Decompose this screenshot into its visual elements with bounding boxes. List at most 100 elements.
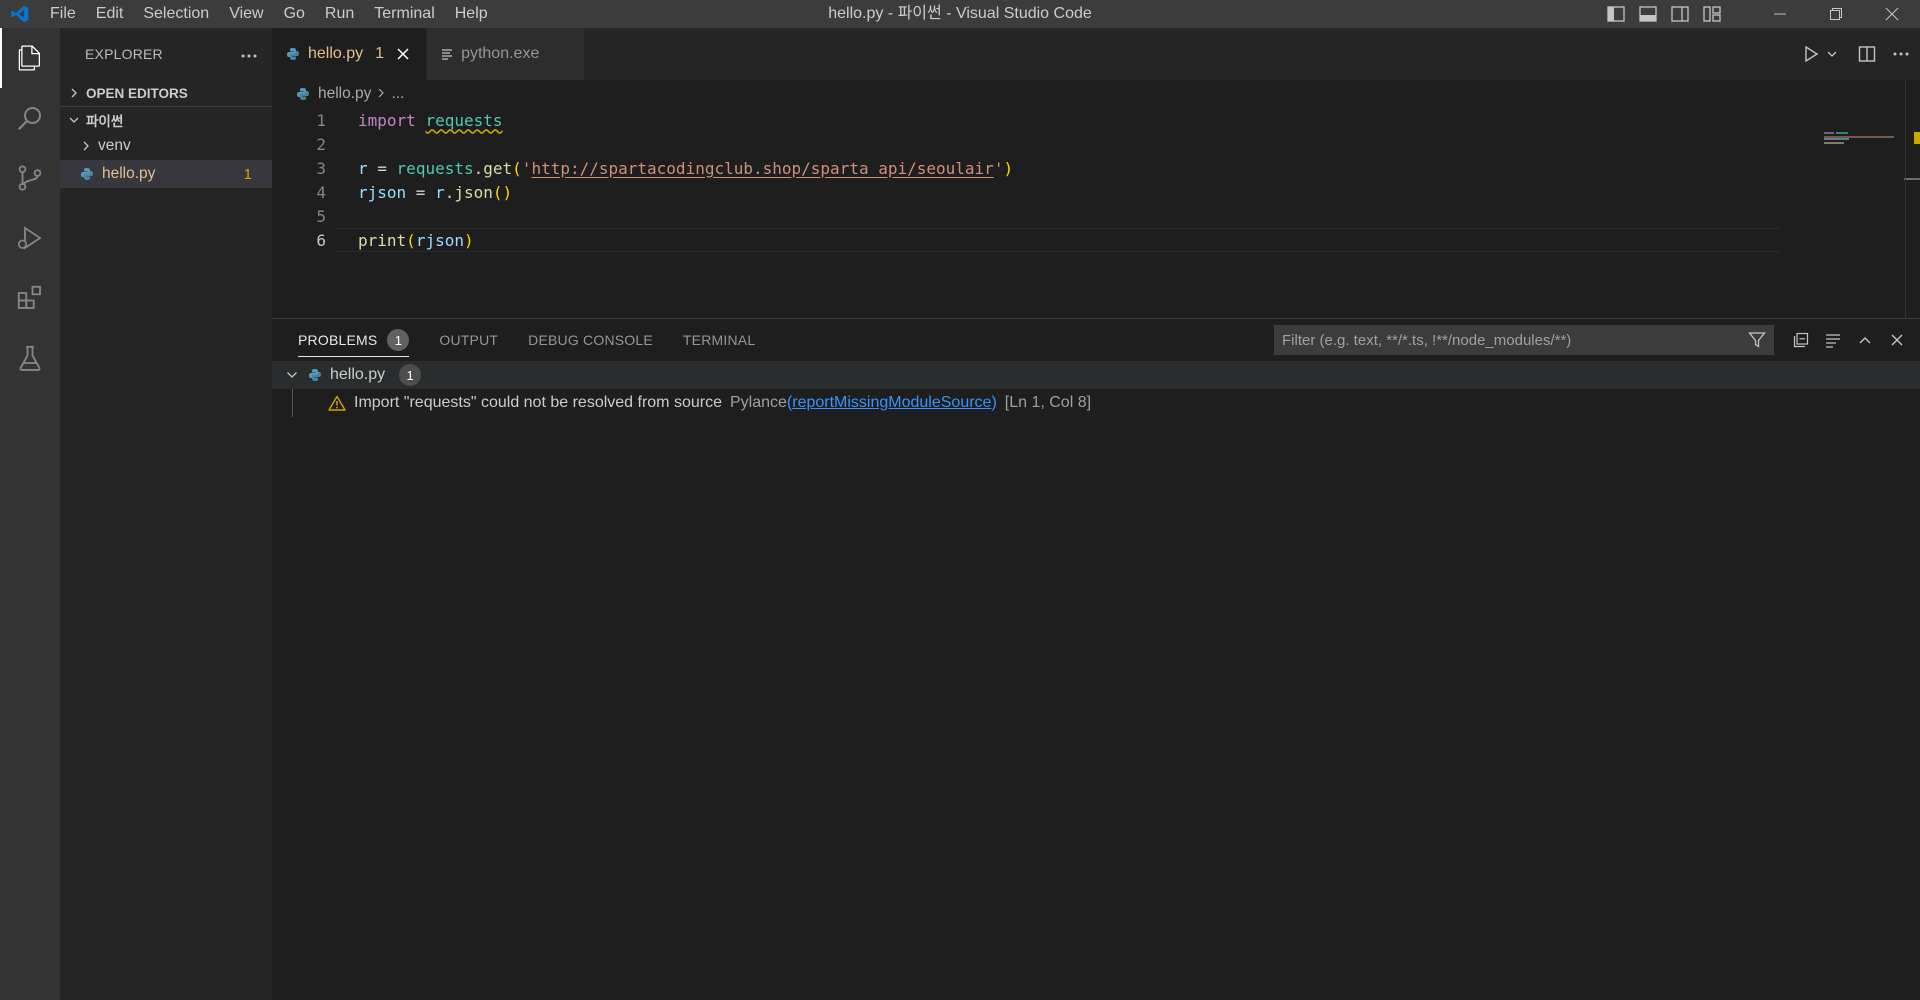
menu-run[interactable]: Run xyxy=(315,0,364,28)
panel-tabs: PROBLEMS 1 OUTPUT DEBUG CONSOLE TERMINAL xyxy=(272,319,1920,361)
code-token: ) xyxy=(1003,158,1014,178)
breadcrumb: hello.py ... xyxy=(272,80,1920,108)
code-token: . xyxy=(444,182,455,202)
customize-layout-icon[interactable] xyxy=(1696,0,1728,28)
filter-input[interactable] xyxy=(1282,331,1742,349)
code-token: rjson xyxy=(415,230,464,250)
tab-label: hello.py xyxy=(308,45,364,62)
more-actions-icon[interactable] xyxy=(1892,51,1910,57)
tab-problems[interactable]: PROBLEMS 1 xyxy=(298,319,410,361)
panel-actions xyxy=(1788,325,1910,355)
overview-ruler-cursor xyxy=(1904,178,1920,180)
code-token: () xyxy=(492,182,513,202)
code-token-url[interactable]: http://spartacodingclub.shop/sparta_api/… xyxy=(531,159,993,178)
vertical-scrollbar-track[interactable] xyxy=(1905,80,1906,318)
activity-bar xyxy=(0,28,60,1000)
problem-item[interactable]: Import "requests" could not be resolved … xyxy=(272,389,1920,417)
search-icon[interactable] xyxy=(0,88,60,148)
problem-code-link[interactable]: reportMissingModuleSource xyxy=(792,394,991,412)
toggle-secondary-sidebar-icon[interactable] xyxy=(1664,0,1696,28)
python-file-icon xyxy=(296,87,310,101)
menu-selection[interactable]: Selection xyxy=(133,0,219,28)
menu-bar: File Edit Selection View Go Run Terminal… xyxy=(40,0,498,28)
toggle-primary-sidebar-icon[interactable] xyxy=(1600,0,1632,28)
code-line: 5 xyxy=(272,204,1920,228)
run-debug-icon[interactable] xyxy=(0,208,60,268)
vscode-logo-icon xyxy=(0,0,40,28)
python-file-icon xyxy=(308,368,322,382)
code-token-unresolved-import: requests xyxy=(425,110,503,130)
code-text: import requests xyxy=(358,111,503,130)
tab-problem-count: 1 xyxy=(375,45,385,62)
code-token: = xyxy=(367,158,397,178)
menu-help[interactable]: Help xyxy=(445,0,498,28)
maximize-panel-icon[interactable] xyxy=(1852,327,1878,353)
breadcrumb-rest[interactable]: ... xyxy=(391,85,404,103)
tab-output[interactable]: OUTPUT xyxy=(439,319,498,361)
tab-python-exe[interactable]: python.exe xyxy=(427,28,586,80)
line-number: 1 xyxy=(316,110,326,130)
minimize-icon[interactable] xyxy=(1752,0,1808,28)
filter-icon[interactable] xyxy=(1748,331,1766,353)
chevron-down-icon xyxy=(66,112,82,128)
more-actions-icon[interactable] xyxy=(240,46,258,62)
code-token: ( xyxy=(406,230,416,250)
run-python-file-icon[interactable] xyxy=(1802,45,1820,63)
restore-icon[interactable] xyxy=(1808,0,1864,28)
menu-edit[interactable]: Edit xyxy=(86,0,134,28)
code-line: 2 xyxy=(272,132,1920,156)
menu-terminal[interactable]: Terminal xyxy=(364,0,444,28)
explorer-sidebar: EXPLORER OPEN EDITORS 파이썬 venv hello.py … xyxy=(60,28,272,1000)
sidebar-item-venv[interactable]: venv xyxy=(60,132,272,160)
problem-code-paren: ) xyxy=(991,394,997,411)
problem-file-count: 1 xyxy=(399,364,422,386)
code-token: ) xyxy=(463,230,474,250)
folder-section[interactable]: 파이썬 xyxy=(60,106,272,132)
explorer-title: EXPLORER xyxy=(85,46,163,62)
line-number: 4 xyxy=(316,182,326,202)
view-as-tree-icon[interactable] xyxy=(1820,327,1846,353)
menu-go[interactable]: Go xyxy=(274,0,315,28)
source-control-icon[interactable] xyxy=(0,148,60,208)
problem-count-badge: 1 xyxy=(243,165,252,183)
sidebar-item-label: hello.py xyxy=(102,165,156,182)
split-editor-icon[interactable] xyxy=(1858,45,1876,63)
testing-icon[interactable] xyxy=(0,328,60,388)
explorer-header: EXPLORER xyxy=(60,28,272,80)
sidebar-item-label: venv xyxy=(98,137,131,154)
warning-icon xyxy=(328,395,346,411)
menu-view[interactable]: View xyxy=(219,0,273,28)
overview-ruler-warning xyxy=(1914,132,1920,144)
menu-file[interactable]: File xyxy=(40,0,86,28)
code-editor[interactable]: 1 import requests 2 3 r = requests.get('… xyxy=(272,108,1920,252)
tab-terminal[interactable]: TERMINAL xyxy=(683,319,755,361)
line-number: 5 xyxy=(316,206,326,226)
code-token: ' xyxy=(993,158,1004,178)
code-token: r xyxy=(358,158,368,178)
sidebar-item-hello-py[interactable]: hello.py 1 xyxy=(60,160,272,188)
close-window-icon[interactable] xyxy=(1864,0,1920,28)
problem-source: Pylance xyxy=(729,394,787,411)
title-actions xyxy=(1600,0,1920,28)
code-line: 1 import requests xyxy=(272,108,1920,132)
extensions-icon[interactable] xyxy=(0,268,60,328)
code-line-current: 6 print(rjson) xyxy=(272,228,1920,252)
close-panel-icon[interactable] xyxy=(1884,327,1910,353)
problem-file-row[interactable]: hello.py 1 xyxy=(272,361,1920,389)
tab-label: PROBLEMS xyxy=(298,332,378,348)
open-editors-section[interactable]: OPEN EDITORS xyxy=(60,80,272,106)
close-icon[interactable] xyxy=(394,45,412,63)
explorer-icon[interactable] xyxy=(0,28,60,88)
tab-label: python.exe xyxy=(461,45,540,62)
toggle-panel-icon[interactable] xyxy=(1632,0,1664,28)
problem-message: Import "requests" could not be resolved … xyxy=(354,394,722,411)
breadcrumb-file[interactable]: hello.py xyxy=(318,85,371,103)
tab-debug-console[interactable]: DEBUG CONSOLE xyxy=(528,319,653,361)
minimap[interactable] xyxy=(1824,132,1904,152)
editor-actions xyxy=(1802,28,1920,80)
collapse-all-icon[interactable] xyxy=(1788,327,1814,353)
code-line: 3 r = requests.get('http://spartacodingc… xyxy=(272,156,1920,180)
chevron-down-icon[interactable] xyxy=(1826,48,1838,60)
tab-hello-py[interactable]: hello.py 1 xyxy=(272,28,428,80)
open-editors-label: OPEN EDITORS xyxy=(86,85,188,101)
